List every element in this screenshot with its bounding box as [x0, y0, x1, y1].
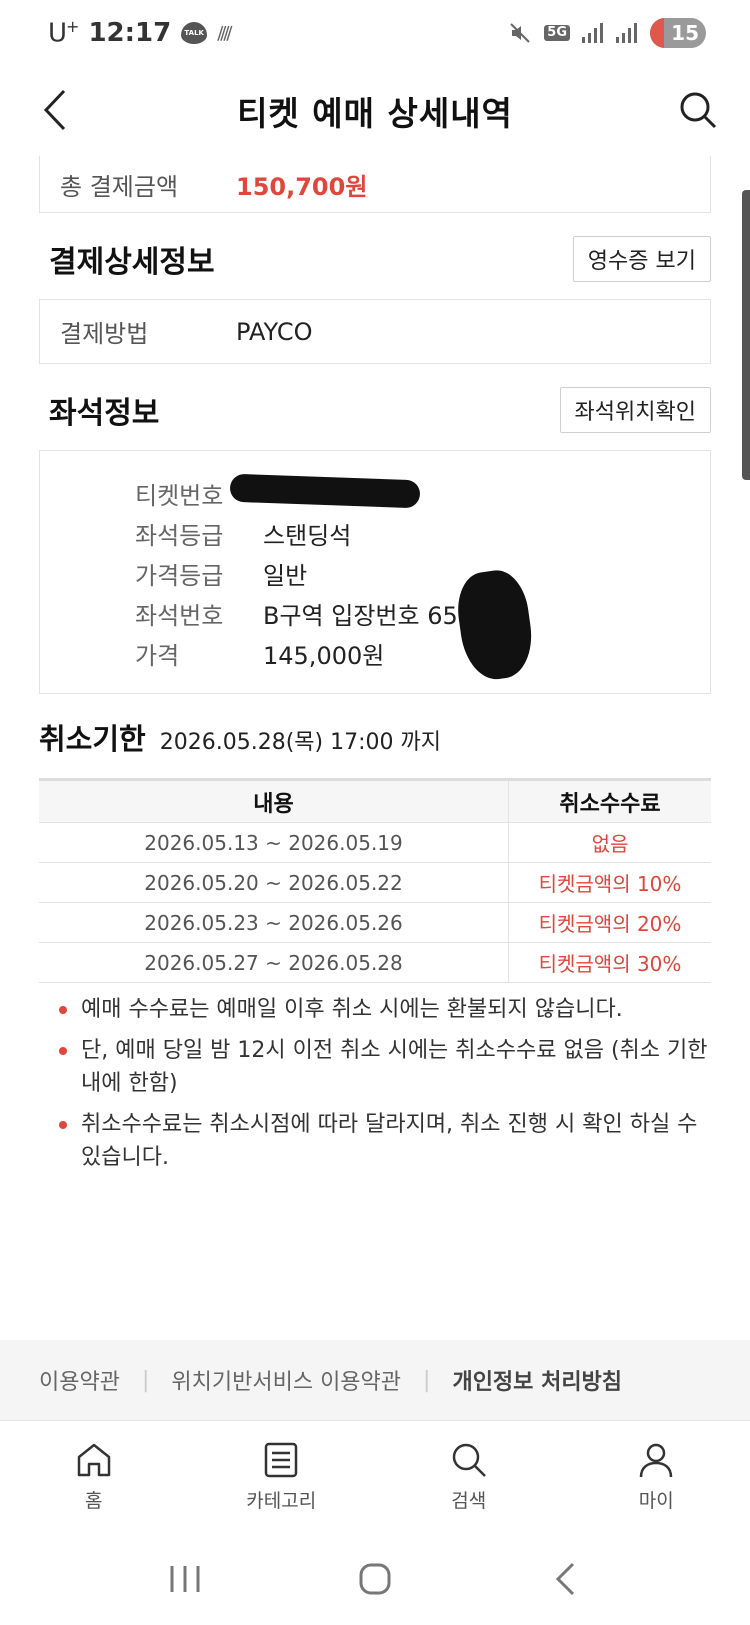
footer-link-terms[interactable]: 이용약관 — [39, 1364, 120, 1396]
system-nav-bar — [0, 1532, 750, 1625]
cancel-deadline-header: 취소기한 2026.05.28(목) 17:00 까지 — [39, 716, 711, 766]
seat-value: 일반 — [263, 561, 308, 590]
list-item: 단, 예매 당일 밤 12시 이전 취소 시에는 취소수수료 없음 (취소 기한… — [39, 1034, 711, 1100]
nav-label: 검색 — [451, 1490, 487, 1512]
back-button[interactable] — [30, 80, 80, 140]
table-cell-period: 2026.05.20 ~ 2026.05.22 — [39, 863, 509, 902]
table-header-fee: 취소수수료 — [559, 791, 661, 817]
search-button[interactable] — [668, 80, 728, 140]
seat-label: 가격등급 — [135, 561, 224, 590]
footer-link-privacy[interactable]: 개인정보 처리방침 — [452, 1364, 622, 1396]
seat-info-header: 좌석정보 좌석위치확인 — [39, 384, 711, 436]
clock: 12:17 — [88, 18, 172, 48]
kakaotalk-icon: TALK — [181, 22, 208, 44]
seat-info-title: 좌석정보 — [49, 396, 160, 431]
payment-method-label: 결제방법 — [60, 320, 149, 348]
seat-value: 145,000원 — [263, 641, 385, 670]
payment-method-box: 결제방법 PAYCO — [39, 299, 711, 364]
table-row: 2026.05.13 ~ 2026.05.19 없음 — [39, 823, 711, 863]
content: 총 결제금액 150,700원 결제상세정보 영수증 보기 결제방법 PAYCO… — [0, 156, 750, 1182]
footer-links: 이용약관 | 위치기반서비스 이용약관 | 개인정보 처리방침 — [0, 1340, 750, 1420]
seat-row-seat-number: 좌석번호 B구역 입장번호 65 — [135, 593, 710, 633]
status-bar: U+ 12:17 TALK //// 5G 15 — [0, 0, 750, 66]
payment-detail-title: 결제상세정보 — [49, 245, 215, 280]
seat-label: 가격 — [135, 641, 180, 670]
user-icon — [640, 1443, 673, 1478]
table-row: 2026.05.23 ~ 2026.05.26 티켓금액의 20% — [39, 903, 711, 943]
nav-item-category[interactable]: 카테고리 — [188, 1421, 376, 1532]
seat-row-price: 가격 145,000원 — [135, 633, 710, 673]
seat-info-box: 티켓번호 좌석등급 스탠딩석 가격등급 일반 좌석번호 B구역 입장번호 65 … — [39, 450, 711, 694]
recent-apps-icon — [170, 1565, 200, 1592]
recent-apps-button[interactable] — [155, 1554, 215, 1604]
status-right: 5G 15 — [508, 18, 706, 48]
table-cell-fee: 티켓금액의 10% — [538, 872, 682, 896]
cancel-fee-table: 내용 취소수수료 2026.05.13 ~ 2026.05.19 없음 2026… — [39, 778, 711, 983]
table-cell-period: 2026.05.13 ~ 2026.05.19 — [39, 823, 509, 862]
system-back-button[interactable] — [535, 1554, 595, 1604]
home-circle-icon — [359, 1563, 391, 1594]
cancel-notes-list: 예매 수수료는 예매일 이후 취소 시에는 환불되지 않습니다. 단, 예매 당… — [39, 993, 711, 1174]
seat-label: 좌석등급 — [135, 521, 224, 550]
category-icon — [265, 1442, 298, 1478]
nav-item-home[interactable]: 홈 — [0, 1421, 188, 1532]
search-icon — [452, 1443, 486, 1477]
signal-roaming-icon — [616, 23, 638, 43]
status-left: U+ 12:17 TALK //// — [48, 17, 233, 49]
table-row: 2026.05.20 ~ 2026.05.22 티켓금액의 10% — [39, 863, 711, 903]
total-amount-label: 총 결제금액 — [60, 172, 179, 201]
table-cell-fee: 티켓금액의 20% — [538, 912, 682, 936]
total-amount-box: 총 결제금액 150,700원 — [39, 156, 711, 213]
payment-method-value: PAYCO — [236, 317, 313, 346]
table-cell-period: 2026.05.27 ~ 2026.05.28 — [39, 943, 509, 982]
network-5g-badge: 5G — [544, 25, 570, 41]
mute-icon — [508, 21, 532, 45]
seat-value: B구역 입장번호 65 — [263, 601, 458, 630]
table-row: 2026.05.27 ~ 2026.05.28 티켓금액의 30% — [39, 943, 711, 983]
table-header-row: 내용 취소수수료 — [39, 781, 711, 823]
nav-item-search[interactable]: 검색 — [375, 1421, 563, 1532]
seat-row-ticket-number: 티켓번호 — [135, 473, 710, 513]
nav-label: 홈 — [85, 1490, 103, 1512]
footer-link-location-terms[interactable]: 위치기반서비스 이용약관 — [171, 1364, 401, 1396]
cancel-deadline-title: 취소기한 — [39, 722, 146, 756]
list-item: 예매 수수료는 예매일 이후 취소 시에는 환불되지 않습니다. — [39, 993, 711, 1026]
divider: | — [423, 1367, 431, 1393]
seat-location-button[interactable]: 좌석위치확인 — [559, 387, 711, 433]
seat-label: 좌석번호 — [135, 601, 224, 630]
chevron-left-icon — [555, 1562, 575, 1595]
seat-value: 스탠딩석 — [263, 521, 352, 550]
nav-label: 카테고리 — [246, 1490, 317, 1512]
receipt-button[interactable]: 영수증 보기 — [572, 236, 711, 282]
app-header: 티켓 예매 상세내역 — [0, 66, 750, 156]
home-button[interactable] — [345, 1554, 405, 1604]
nav-item-my[interactable]: 마이 — [563, 1421, 750, 1532]
seat-row-seat-grade: 좌석등급 스탠딩석 — [135, 513, 710, 553]
nav-label: 마이 — [638, 1490, 674, 1512]
battery-icon: 15 — [650, 18, 706, 48]
seat-row-price-grade: 가격등급 일반 — [135, 553, 710, 593]
carrier-label: U+ — [48, 17, 79, 49]
table-cell-period: 2026.05.23 ~ 2026.05.26 — [39, 903, 509, 942]
signal-icon — [582, 23, 604, 43]
total-amount-value: 150,700원 — [236, 172, 368, 201]
divider: | — [141, 1367, 150, 1393]
search-icon — [680, 92, 717, 129]
table-cell-fee: 없음 — [591, 832, 629, 856]
bottom-nav: 홈 카테고리 검색 마이 — [0, 1420, 750, 1532]
list-item: 취소수수료는 취소시점에 따라 달라지며, 취소 진행 시 확인 하실 수 있습… — [39, 1108, 711, 1174]
notification-icon: //// — [217, 22, 232, 44]
payment-detail-header: 결제상세정보 영수증 보기 — [39, 233, 711, 285]
table-header-period: 내용 — [39, 781, 509, 822]
page-title: 티켓 예매 상세내역 — [237, 94, 513, 133]
home-icon — [77, 1443, 110, 1477]
cancel-deadline-value: 2026.05.28(목) 17:00 까지 — [159, 730, 441, 755]
table-cell-fee: 티켓금액의 30% — [538, 952, 682, 976]
chevron-left-icon — [43, 89, 66, 131]
